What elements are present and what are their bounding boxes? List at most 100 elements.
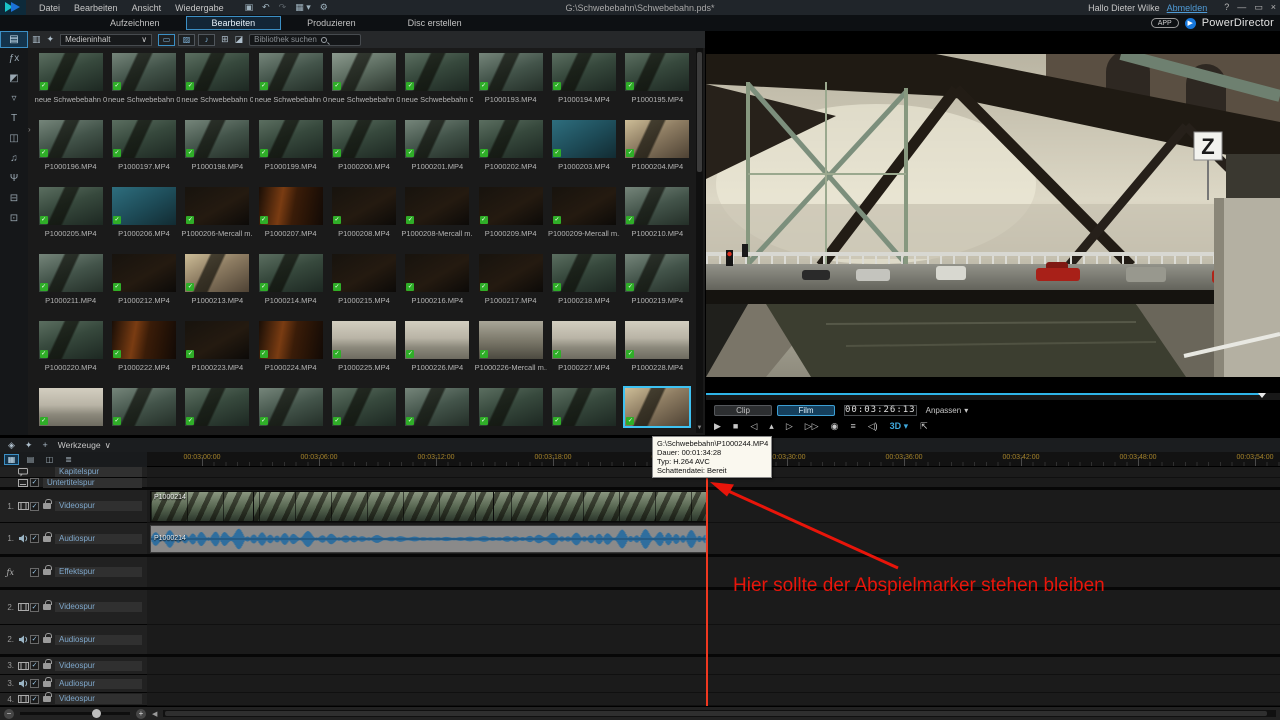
media-item[interactable]: ✓P1000209-Mercall m... [547, 184, 620, 251]
media-thumbnail[interactable]: ✓ [479, 53, 543, 91]
media-item[interactable]: ✓P1000208-Mercall m... [401, 184, 474, 251]
track-enable-checkbox[interactable]: ✓ [30, 679, 39, 688]
media-item[interactable]: ✓P1000197.MP4 [107, 117, 180, 184]
media-item[interactable]: ✓P1000205.MP4 [34, 184, 107, 251]
timeline-video-clip[interactable]: P1000214 [150, 491, 707, 522]
media-thumbnail[interactable]: ✓ [39, 187, 103, 225]
media-thumbnail[interactable]: ✓ [552, 187, 616, 225]
save-icon[interactable]: ▣ [245, 2, 254, 13]
slideshow-view-icon[interactable]: ◫ [42, 454, 57, 465]
media-thumbnail[interactable]: ✓ [625, 321, 689, 359]
track-lane[interactable] [147, 657, 1280, 675]
media-item[interactable]: ✓neue Schwebebahn 0... [107, 50, 180, 117]
media-item[interactable]: ✓P1000225.MP4 [327, 318, 400, 385]
track-height-icon[interactable]: ≣ [61, 454, 76, 465]
media-item[interactable]: ✓ [401, 385, 474, 431]
media-thumbnail[interactable]: ✓ [332, 187, 396, 225]
media-thumbnail[interactable]: ✓ [185, 388, 249, 426]
chapter-room-icon[interactable]: ⊟ [0, 188, 28, 208]
storyboard-view-icon[interactable]: ▤ [23, 454, 38, 465]
media-thumbnail[interactable]: ✓ [479, 187, 543, 225]
panel-splitter-handle[interactable]: › [28, 118, 34, 140]
scroll-down-arrow-icon[interactable]: ▼ [696, 424, 703, 433]
media-item[interactable]: ✓P1000208.MP4 [327, 184, 400, 251]
zoom-slider-handle[interactable] [92, 709, 101, 718]
media-item[interactable]: ✓P1000210.MP4 [621, 184, 694, 251]
track-enable-checkbox[interactable]: ✓ [30, 603, 39, 612]
media-item[interactable]: ✓P1000204.MP4 [621, 117, 694, 184]
media-thumbnail[interactable]: ✓ [185, 53, 249, 91]
track-lock-icon[interactable] [43, 681, 51, 687]
media-item[interactable]: ✓neue Schwebebahn 0... [181, 50, 254, 117]
film-mode-button[interactable]: Film [777, 405, 835, 416]
media-thumbnail[interactable]: ✓ [552, 120, 616, 158]
media-item[interactable]: ✓P1000193.MP4 [474, 50, 547, 117]
media-item[interactable]: ✓neue Schwebebahn 0... [401, 50, 474, 117]
media-item[interactable]: ✓P1000211.MP4 [34, 251, 107, 318]
menu-datei[interactable]: Datei [32, 3, 67, 13]
media-thumbnail[interactable]: ✓ [405, 53, 469, 91]
fit-dropdown[interactable]: Anpassen▾ [926, 406, 969, 415]
subtitle-room-icon[interactable]: ⊡ [0, 208, 28, 228]
photo-filter-icon[interactable]: ▨ [178, 34, 195, 46]
particle-room-icon[interactable]: ▿ [0, 88, 28, 108]
media-thumbnail[interactable]: ✓ [405, 187, 469, 225]
media-item[interactable]: ✓P1000203.MP4 [547, 117, 620, 184]
media-item[interactable]: ✓P1000207.MP4 [254, 184, 327, 251]
media-item[interactable]: ✓P1000224.MP4 [254, 318, 327, 385]
zoom-out-button[interactable]: − [4, 709, 14, 719]
media-thumbnail[interactable]: ✓ [552, 254, 616, 292]
track-lock-icon[interactable] [43, 696, 51, 702]
preview-seekbar[interactable] [706, 393, 1280, 400]
media-thumbnail[interactable]: ✓ [625, 120, 689, 158]
library-search-input[interactable]: Bibliothek suchen [249, 34, 361, 46]
media-thumbnail[interactable]: ✓ [405, 120, 469, 158]
next-frame-button[interactable]: ▷ [786, 421, 793, 432]
media-thumbnail[interactable]: ✓ [332, 321, 396, 359]
track-lock-icon[interactable] [43, 604, 51, 610]
media-thumbnail[interactable]: ✓ [332, 120, 396, 158]
undo-icon[interactable]: ↶ [262, 2, 270, 13]
detail-view-icon[interactable]: ◪ [235, 34, 244, 45]
media-item[interactable]: ✓neue Schwebebahn 0... [254, 50, 327, 117]
media-thumbnail[interactable]: ✓ [479, 254, 543, 292]
menu-wiedergabe[interactable]: Wiedergabe [168, 3, 231, 13]
media-item[interactable]: ✓P1000222.MP4 [107, 318, 180, 385]
snapshot-button[interactable]: ◉ [831, 421, 839, 432]
media-thumbnail[interactable]: ✓ [405, 321, 469, 359]
media-thumbnail[interactable]: ✓ [259, 187, 323, 225]
media-thumbnail[interactable]: ✓ [185, 254, 249, 292]
media-item[interactable]: ✓ [547, 385, 620, 431]
track-lock-icon[interactable] [43, 569, 51, 575]
media-thumbnail[interactable]: ✓ [39, 388, 103, 426]
3d-button[interactable]: 3D ▾ [890, 421, 909, 432]
detach-button[interactable]: ⇱ [920, 421, 928, 432]
logout-link[interactable]: Abmelden [1167, 3, 1208, 13]
app-badge[interactable]: APP [1151, 18, 1179, 28]
content-filter-dropdown[interactable]: Medieninhalt∨ [60, 34, 152, 46]
media-item[interactable]: ✓ [621, 385, 694, 431]
media-thumbnail[interactable]: ✓ [259, 53, 323, 91]
zoom-in-button[interactable]: + [136, 709, 146, 719]
title-room-icon[interactable]: T [0, 108, 28, 128]
media-item[interactable]: ✓P1000214.MP4 [254, 251, 327, 318]
grid-view-icon[interactable]: ⊞ [221, 34, 229, 45]
media-thumbnail[interactable]: ✓ [405, 254, 469, 292]
library-scrollbar[interactable]: ▼ [696, 48, 703, 433]
restore-button[interactable]: ▭ [1254, 2, 1263, 13]
media-item[interactable]: ✓P1000226.MP4 [401, 318, 474, 385]
seek-button[interactable]: ▴ [769, 421, 774, 432]
split-icon[interactable]: + [42, 440, 47, 451]
media-item[interactable]: ✓P1000199.MP4 [254, 117, 327, 184]
menu-ansicht[interactable]: Ansicht [125, 3, 169, 13]
media-item[interactable]: ✓P1000195.MP4 [621, 50, 694, 117]
media-thumbnail[interactable]: ✓ [185, 187, 249, 225]
media-item[interactable]: ✓P1000206.MP4 [107, 184, 180, 251]
media-thumbnail[interactable]: ✓ [625, 53, 689, 91]
close-button[interactable]: × [1271, 2, 1276, 13]
media-thumbnail[interactable]: ✓ [39, 53, 103, 91]
track-enable-checkbox[interactable]: ✓ [30, 478, 39, 487]
clip-mode-button[interactable]: Clip [714, 405, 772, 416]
media-thumbnail[interactable]: ✓ [405, 388, 469, 426]
track-enable-checkbox[interactable]: ✓ [30, 635, 39, 644]
